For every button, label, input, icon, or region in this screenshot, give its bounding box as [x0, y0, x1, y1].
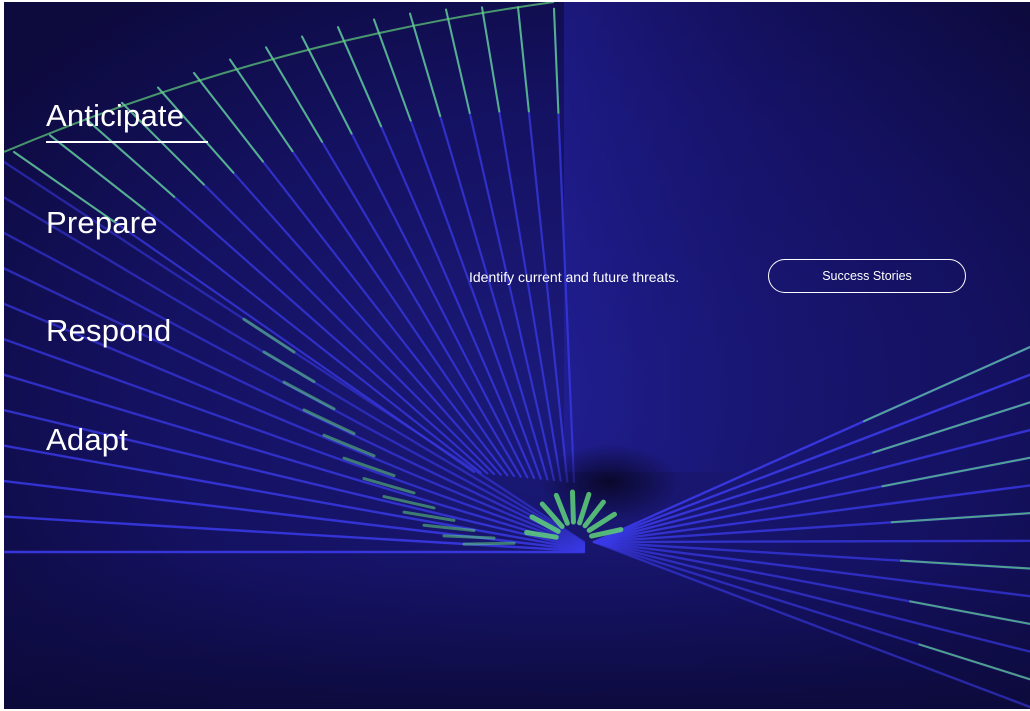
nav-active-underline	[46, 141, 208, 143]
hero-section: Anticipate Prepare Respond Adapt Identif…	[4, 2, 1030, 709]
nav-item-respond[interactable]: Respond	[46, 315, 172, 346]
nav-item-adapt[interactable]: Adapt	[46, 424, 128, 455]
fan-line-highlight	[462, 541, 516, 546]
hub-spoke	[569, 489, 576, 525]
nav-item-anticipate[interactable]: Anticipate	[46, 100, 184, 131]
fan-line	[592, 539, 1030, 544]
hero-tagline: Identify current and future threats.	[469, 269, 680, 285]
phase-nav: Anticipate Prepare Respond Adapt	[46, 2, 306, 709]
nav-item-prepare[interactable]: Prepare	[46, 207, 158, 238]
success-stories-button[interactable]: Success Stories	[768, 259, 966, 293]
